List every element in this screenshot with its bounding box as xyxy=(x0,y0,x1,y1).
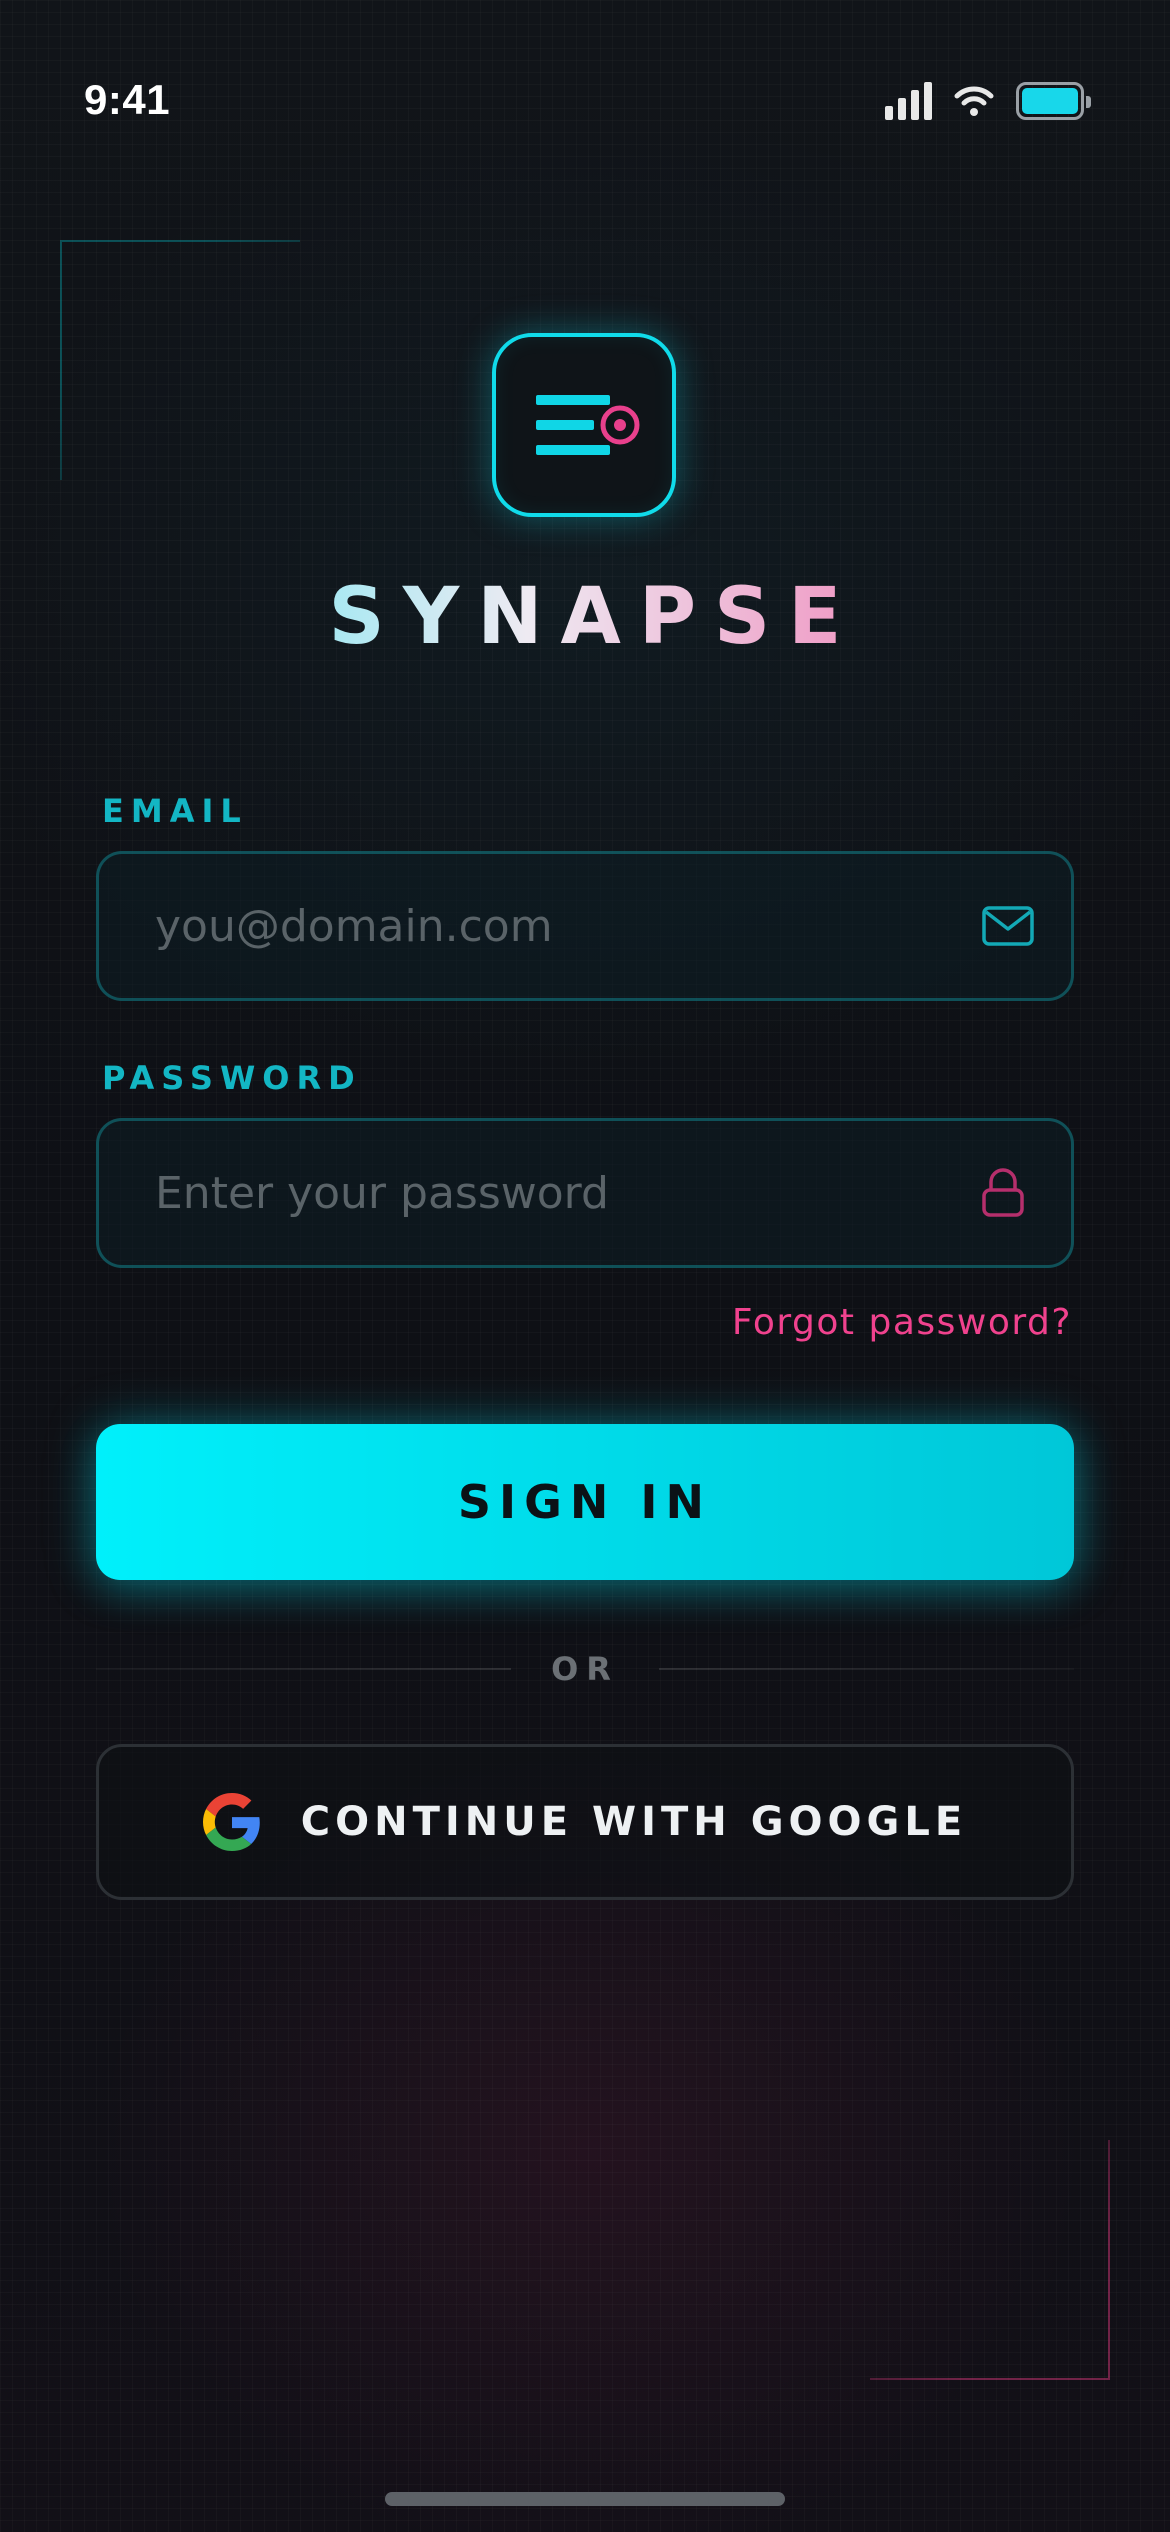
corner-decoration-bottom-right xyxy=(870,2140,1110,2380)
or-divider: OR xyxy=(96,1644,1074,1694)
or-text: OR xyxy=(551,1650,619,1688)
mail-icon xyxy=(981,905,1071,947)
home-indicator[interactable] xyxy=(385,2492,785,2506)
lock-icon xyxy=(981,1168,1071,1218)
google-icon xyxy=(202,1793,260,1851)
sign-in-button[interactable]: SIGN IN xyxy=(96,1424,1074,1580)
google-button-label: CONTINUE WITH GOOGLE xyxy=(300,1799,968,1845)
email-field-container xyxy=(96,851,1074,1001)
password-label: PASSWORD xyxy=(102,1059,362,1097)
email-label: EMAIL xyxy=(102,792,248,830)
menu-dot-logo-icon xyxy=(492,333,676,517)
status-icons xyxy=(885,82,1091,120)
password-field[interactable] xyxy=(99,1121,981,1265)
password-field-container xyxy=(96,1118,1074,1268)
login-screen: 9:41 SYNAPSE EMAIL you@domain.com PASSWO… xyxy=(0,0,1170,2532)
status-time: 9:41 xyxy=(84,76,171,123)
battery-icon xyxy=(1016,82,1091,120)
signal-icon xyxy=(885,82,932,120)
wifi-icon xyxy=(954,86,994,116)
divider-line-right xyxy=(658,1668,1074,1670)
corner-decoration-top-left xyxy=(60,240,300,480)
forgot-password-link[interactable]: Forgot password? xyxy=(732,1302,1072,1343)
brand-name: SYNAPSE xyxy=(0,572,1170,662)
divider-line-left xyxy=(96,1668,512,1670)
continue-with-google-button[interactable]: CONTINUE WITH GOOGLE xyxy=(96,1744,1074,1900)
email-field[interactable] xyxy=(99,854,981,998)
